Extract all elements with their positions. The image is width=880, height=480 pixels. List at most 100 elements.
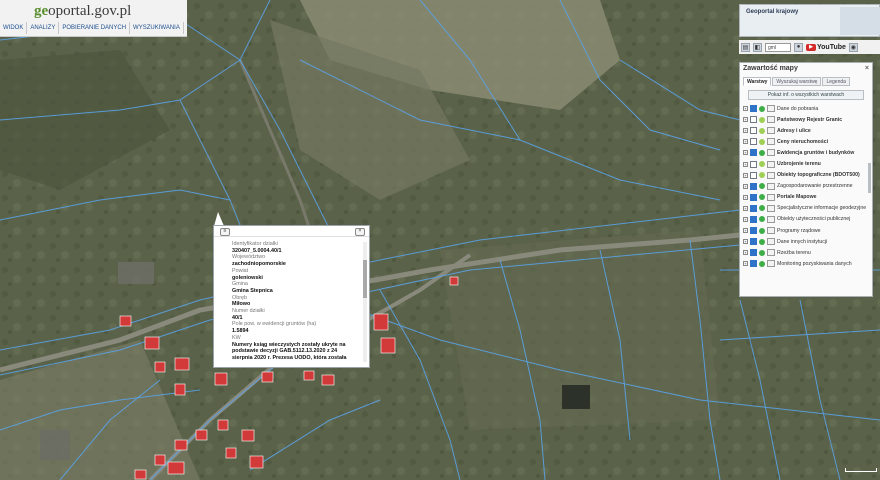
layer-icon	[767, 127, 775, 135]
expand-icon[interactable]: +	[743, 161, 748, 167]
layer-checkbox[interactable]	[750, 215, 757, 223]
expand-icon[interactable]: +	[743, 239, 748, 245]
layer-item[interactable]: + Zagospodarowanie przestrzenne	[743, 181, 872, 192]
language-icon[interactable]: ◉	[848, 42, 858, 52]
tab-warstwy[interactable]: Warstwy	[743, 77, 772, 86]
layer-item[interactable]: + Uzbrojenie terenu	[743, 158, 872, 169]
layer-checkbox[interactable]	[750, 116, 757, 124]
expand-icon[interactable]: +	[743, 183, 748, 189]
expand-icon[interactable]: +	[743, 216, 748, 222]
layer-checkbox[interactable]	[750, 160, 757, 168]
layer-item[interactable]: + Rzeźba terenu	[743, 247, 872, 258]
overview-map[interactable]: Geoportal krajowy	[739, 4, 880, 37]
layer-icon	[767, 160, 775, 168]
popup-close-icon[interactable]: ×	[355, 228, 365, 236]
menu-item-analizy[interactable]: ANALIZY	[27, 22, 60, 34]
zoom-select[interactable]: gml	[765, 42, 791, 52]
folder-icon	[767, 215, 775, 223]
layer-label: Ewidencja gruntów i budynków	[777, 149, 855, 156]
layer-item[interactable]: + Obiekty użyteczności publicznej	[743, 214, 872, 225]
layer-item[interactable]: + Państwowy Rejestr Granic	[743, 114, 872, 125]
visibility-icon	[759, 194, 765, 201]
layer-label: Obiekty topograficzne (BDOT500)	[777, 172, 860, 179]
layer-checkbox[interactable]	[750, 227, 757, 235]
layer-item[interactable]: + Obiekty topograficzne (BDOT500)	[743, 170, 872, 181]
layer-checkbox[interactable]	[750, 238, 757, 246]
layer-item[interactable]: + Specjalistyczne informacje geodezyjne	[743, 203, 872, 214]
folder-icon	[767, 249, 775, 257]
expand-icon[interactable]: +	[743, 250, 748, 256]
visibility-icon	[759, 105, 765, 112]
expand-icon[interactable]: +	[743, 117, 748, 123]
layer-checkbox[interactable]	[750, 260, 757, 268]
layer-checkbox[interactable]	[750, 204, 757, 212]
folder-icon	[767, 238, 775, 246]
map-toolbar: ▤ ◧ gml ● ▶ YouTube ◉	[739, 40, 880, 54]
layer-item[interactable]: + Ewidencja gruntów i budynków	[743, 147, 872, 158]
layer-item[interactable]: + Programy rządowe	[743, 225, 872, 236]
attribute-value: zachodniopomorskie	[232, 261, 286, 268]
tab-wyszukaj-warstwe[interactable]: Wyszukaj warstwę	[772, 77, 822, 86]
attribute-value: Numery ksiąg wieczystych zostały ukryte …	[232, 341, 347, 361]
layer-checkbox[interactable]	[750, 171, 757, 179]
layer-label: Monitoring pozyskiwania danych	[777, 260, 852, 267]
attribute-label: Powiat	[232, 267, 249, 274]
expand-icon[interactable]: +	[743, 172, 748, 178]
attribute-label: Województwo	[232, 254, 266, 261]
folder-icon	[767, 260, 775, 268]
layer-checkbox[interactable]	[750, 149, 757, 157]
layer-checkbox[interactable]	[750, 127, 757, 135]
expand-icon[interactable]: +	[743, 150, 748, 156]
menu-item-pobieranie-danych[interactable]: POBIERANIE DANYCH	[59, 22, 131, 34]
visibility-icon	[759, 161, 765, 168]
show-all-layers-info-button[interactable]: Pokaż inf. o wszystkich warstwach	[748, 90, 864, 100]
attribute-value: 1.5894	[232, 328, 249, 335]
layers-icon[interactable]: ◧	[753, 42, 762, 52]
popup-menu-icon[interactable]: ≡	[220, 228, 230, 236]
layer-item[interactable]: + Portale Mapowe	[743, 192, 872, 203]
visibility-icon	[759, 260, 765, 267]
popup-body: Identyfikator działki 320407_5.0004.40/1 W…	[214, 237, 369, 367]
expand-icon[interactable]: +	[743, 194, 748, 200]
layer-item[interactable]: + Dane do pobrania	[743, 103, 872, 114]
visibility-icon	[759, 205, 765, 212]
layer-icon	[767, 149, 775, 157]
popup-scrollbar[interactable]	[363, 260, 367, 298]
expand-icon[interactable]: +	[743, 128, 748, 134]
tab-legenda[interactable]: Legenda	[822, 77, 850, 86]
attribute-label: Obręb	[232, 294, 247, 301]
expand-icon[interactable]: +	[743, 228, 748, 234]
attribute-label: KW	[232, 334, 241, 341]
expand-icon[interactable]: +	[743, 261, 748, 267]
geoportal-logo[interactable]: geoportal.gov.pl	[34, 3, 131, 20]
layer-checkbox[interactable]	[750, 193, 757, 201]
overview-map-thumbnail	[840, 7, 880, 35]
youtube-play-icon: ▶	[806, 43, 816, 51]
expand-icon[interactable]: +	[743, 106, 748, 112]
print-icon[interactable]: ▤	[741, 42, 750, 52]
expand-icon[interactable]: +	[743, 139, 748, 145]
layer-label: Specjalistyczne informacje geodezyjne	[777, 205, 867, 212]
folder-icon	[767, 105, 775, 113]
layer-item[interactable]: + Ceny nieruchomości	[743, 136, 872, 147]
layer-checkbox[interactable]	[750, 249, 757, 257]
layer-item[interactable]: + Dane innych instytucji	[743, 236, 872, 247]
visibility-icon	[759, 216, 765, 223]
layer-item[interactable]: + Monitoring pozyskiwania danych	[743, 258, 872, 269]
panel-scrollbar[interactable]	[868, 163, 871, 193]
scale-bar	[845, 468, 877, 472]
menu-item-widok[interactable]: WIDOK	[0, 22, 28, 34]
layer-checkbox[interactable]	[750, 105, 757, 113]
layer-item[interactable]: + Adresy i ulice	[743, 125, 872, 136]
visibility-icon	[759, 138, 765, 145]
layer-checkbox[interactable]	[750, 182, 757, 190]
globe-icon[interactable]: ●	[794, 42, 803, 52]
folder-icon	[767, 204, 775, 212]
close-icon[interactable]: ×	[865, 65, 869, 72]
visibility-icon	[759, 183, 765, 190]
visibility-icon	[759, 227, 765, 234]
youtube-button[interactable]: ▶ YouTube	[806, 43, 846, 51]
layer-checkbox[interactable]	[750, 138, 757, 146]
menu-item-wyszukiwania[interactable]: WYSZUKIWANIA	[130, 22, 184, 34]
expand-icon[interactable]: +	[743, 205, 748, 211]
